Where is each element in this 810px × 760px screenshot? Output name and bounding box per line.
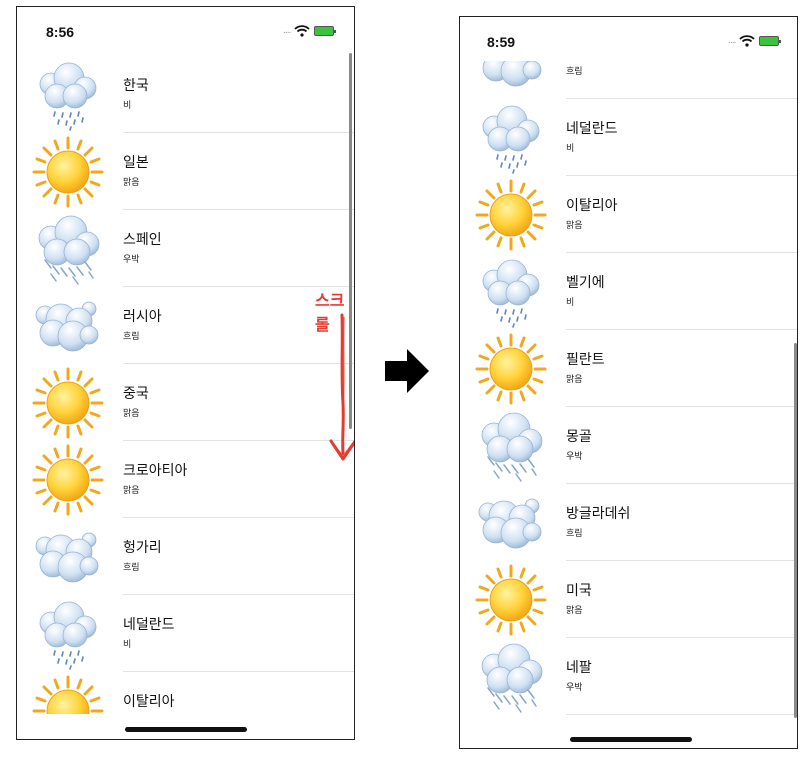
sun-icon — [474, 178, 548, 252]
list-item[interactable]: 벨기에 비 — [460, 253, 797, 330]
status-time: 8:59 — [487, 34, 516, 50]
list-item[interactable]: 이탈리아 — [17, 672, 354, 714]
cloud-icon — [31, 520, 105, 594]
country-name: 이탈리아 — [566, 198, 618, 214]
weather-condition: 우박 — [123, 255, 140, 265]
country-name: 네덜란드 — [123, 617, 175, 633]
weather-condition: 흐림 — [566, 67, 583, 77]
country-name: 방글라데쉬 — [566, 506, 631, 522]
list-item[interactable]: 네팔 우박 — [460, 638, 797, 715]
status-bar: 8:56 .... — [17, 7, 354, 51]
weather-condition: 맑음 — [123, 409, 140, 419]
sun-icon — [31, 674, 105, 714]
rain-cloud-icon — [474, 255, 548, 329]
list-item[interactable]: 네덜란드 비 — [17, 595, 354, 672]
rain-cloud-icon — [31, 58, 105, 132]
cloud-icon — [474, 486, 548, 560]
country-name: 미국 — [566, 583, 592, 599]
signal-dots: .... — [728, 36, 737, 46]
sun-icon — [474, 332, 548, 406]
country-name: 크로아티아 — [123, 463, 188, 479]
arrow-right-icon — [385, 349, 429, 393]
sun-icon — [31, 443, 105, 517]
list-item[interactable]: 필란트 맑음 — [460, 330, 797, 407]
weather-condition: 비 — [566, 298, 575, 308]
scroll-indicator[interactable] — [794, 343, 797, 718]
hail-cloud-icon — [474, 409, 548, 483]
battery-icon — [314, 26, 337, 36]
list-item[interactable]: 일본 맑음 — [17, 133, 354, 210]
country-name: 필란트 — [566, 352, 605, 368]
weather-list[interactable]: 한국 비 일본 맑음 스페인 우박 러시아 흐림 중국 맑음 크로아티아 맑음 … — [17, 56, 354, 714]
row-divider — [566, 714, 797, 715]
list-item[interactable]: 헝가리 흐림 — [17, 518, 354, 595]
hail-cloud-icon — [474, 640, 548, 714]
country-name: 스페인 — [123, 232, 162, 248]
country-name: 중국 — [123, 386, 149, 402]
list-item[interactable]: 이탈리아 맑음 — [460, 176, 797, 253]
rain-cloud-icon — [474, 101, 548, 175]
country-name: 러시아 — [123, 309, 162, 325]
left-phone-screen: 8:56 .... 한국 비 일본 맑음 스페인 우박 러시아 흐림 중국 맑음… — [16, 6, 355, 740]
country-name: 헝가리 — [123, 540, 162, 556]
status-icons: .... — [728, 35, 782, 47]
status-bar: 8:59 .... — [460, 17, 797, 61]
weather-condition: 맑음 — [123, 486, 140, 496]
country-name: 일본 — [123, 155, 149, 171]
country-name: 이탈리아 — [123, 694, 175, 710]
list-item[interactable]: 방글라데쉬 흐림 — [460, 484, 797, 561]
list-item[interactable]: 중국 맑음 — [17, 364, 354, 441]
list-item[interactable]: 크로아티아 맑음 — [17, 441, 354, 518]
hail-cloud-icon — [31, 212, 105, 286]
signal-dots: .... — [283, 26, 292, 36]
sun-icon — [31, 366, 105, 440]
country-name: 몽골 — [566, 429, 592, 445]
weather-condition: 비 — [123, 101, 132, 111]
country-name: 한국 — [123, 78, 149, 94]
weather-condition: 맑음 — [566, 221, 583, 231]
rain-cloud-icon — [31, 597, 105, 671]
weather-condition: 흐림 — [123, 563, 140, 573]
wifi-icon — [294, 25, 311, 37]
list-item[interactable]: 미국 맑음 — [460, 561, 797, 638]
weather-condition: 맑음 — [566, 606, 583, 616]
status-icons: .... — [283, 25, 337, 37]
list-item[interactable]: 몽골 우박 — [460, 407, 797, 484]
country-name: 벨기에 — [566, 275, 605, 291]
sun-icon — [474, 563, 548, 637]
right-phone-screen: 흐림 네덜란드 비 이탈리아 맑음 벨기에 비 필란트 맑음 몽골 우박 방글라… — [459, 16, 798, 749]
status-time: 8:56 — [46, 24, 75, 40]
list-item[interactable]: 한국 비 — [17, 56, 354, 133]
weather-condition: 맑음 — [566, 375, 583, 385]
cloud-icon — [31, 289, 105, 363]
sun-icon — [31, 135, 105, 209]
home-indicator[interactable] — [570, 737, 692, 742]
weather-condition: 흐림 — [123, 332, 140, 342]
weather-condition: 우박 — [566, 452, 583, 462]
weather-list[interactable]: 흐림 네덜란드 비 이탈리아 맑음 벨기에 비 필란트 맑음 몽골 우박 방글라… — [460, 37, 797, 727]
home-indicator[interactable] — [125, 727, 247, 732]
weather-condition: 맑음 — [123, 178, 140, 188]
country-name: 네팔 — [566, 660, 592, 676]
wifi-icon — [739, 35, 756, 47]
list-item[interactable]: 러시아 흐림 — [17, 287, 354, 364]
weather-condition: 비 — [566, 144, 575, 154]
weather-condition: 흐림 — [566, 529, 583, 539]
weather-condition: 우박 — [566, 683, 583, 693]
list-item[interactable]: 스페인 우박 — [17, 210, 354, 287]
country-name: 네덜란드 — [566, 121, 618, 137]
scroll-down-arrow-icon — [329, 313, 354, 461]
list-item[interactable]: 네덜란드 비 — [460, 99, 797, 176]
battery-icon — [759, 36, 782, 46]
weather-condition: 비 — [123, 640, 132, 650]
